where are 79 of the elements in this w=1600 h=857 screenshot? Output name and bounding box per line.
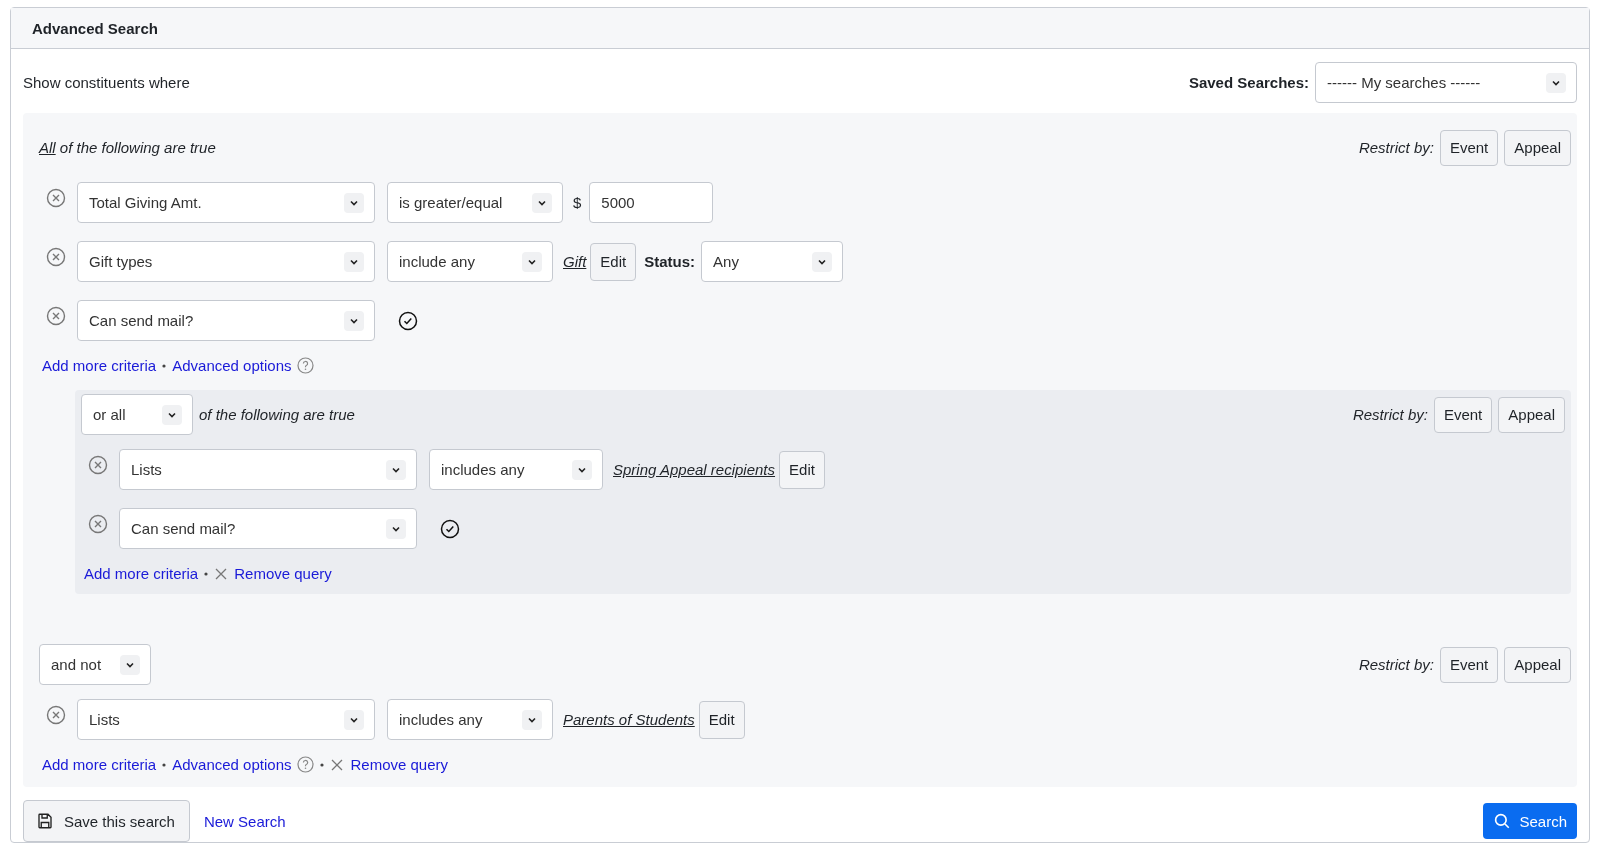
dropdown[interactable]: Any <box>701 241 844 282</box>
restrict-label: Restrict by: <box>1352 406 1428 423</box>
remove-query-link[interactable]: Remove query <box>234 565 332 582</box>
remove-criterion-icon[interactable] <box>46 247 66 267</box>
separator-dot <box>320 762 325 767</box>
action-link[interactable]: Advanced options <box>172 756 292 773</box>
help-icon[interactable] <box>297 357 315 374</box>
caret-icon <box>812 251 833 272</box>
new-search-link[interactable]: New Search <box>203 812 286 830</box>
separator-dot <box>204 571 209 576</box>
saved-searches-label: Saved Searches: <box>1188 74 1309 91</box>
search-icon <box>1493 812 1512 830</box>
caret-icon <box>344 251 364 272</box>
status-label: Status: <box>644 253 696 270</box>
edit-button[interactable]: Edit <box>698 700 745 739</box>
remove-query-link[interactable]: Remove query <box>350 756 449 773</box>
restrict-label: Restrict by: <box>1358 139 1434 156</box>
caret-icon <box>572 459 592 480</box>
dropdown[interactable]: includes any <box>429 449 603 490</box>
help-icon[interactable] <box>297 756 315 773</box>
remove-criterion-icon[interactable] <box>46 188 66 208</box>
caret-icon <box>1546 72 1566 93</box>
dropdown[interactable]: Lists <box>77 699 375 740</box>
dropdown[interactable]: Gift types <box>77 241 375 282</box>
dropdown[interactable]: Total Giving Amt. <box>77 182 375 223</box>
remove-criterion-icon[interactable] <box>46 705 66 725</box>
dropdown[interactable]: Can send mail? <box>119 508 417 549</box>
restrict-button[interactable]: Event <box>1433 396 1493 433</box>
list-link[interactable]: Parents of Students <box>563 711 695 728</box>
caret-icon <box>522 709 542 730</box>
save-icon <box>36 812 54 830</box>
action-link[interactable]: Advanced options <box>172 357 292 374</box>
caret-icon <box>386 518 406 539</box>
action-link[interactable]: Add more criteria <box>84 565 199 582</box>
close-icon <box>330 757 345 772</box>
dropdown[interactable]: is greater/equal <box>387 182 563 223</box>
remove-criterion-icon[interactable] <box>88 455 108 475</box>
restrict-button[interactable]: Event <box>1439 129 1499 166</box>
check-circle-icon <box>398 310 418 331</box>
restrict-label: Restrict by: <box>1358 656 1434 673</box>
remove-criterion-icon[interactable] <box>88 514 108 534</box>
caret-icon <box>532 192 552 213</box>
caret-icon <box>344 709 364 730</box>
save-search-button[interactable]: Save this search <box>23 800 190 842</box>
close-icon <box>214 566 229 581</box>
dropdown[interactable]: includes any <box>387 699 553 740</box>
dropdown[interactable]: ------ My searches ------ <box>1315 62 1577 103</box>
caret-icon <box>162 404 182 425</box>
remove-criterion-icon[interactable] <box>46 306 66 326</box>
caret-icon <box>344 310 364 331</box>
dropdown[interactable]: Lists <box>119 449 417 490</box>
caret-icon <box>344 192 364 213</box>
group-heading: of the following are true <box>199 406 355 423</box>
edit-button[interactable]: Edit <box>590 242 637 281</box>
restrict-button[interactable]: Appeal <box>1498 396 1565 433</box>
window-title: Advanced Search <box>11 8 1589 49</box>
amount-field[interactable]: 5000 <box>589 182 714 223</box>
caret-icon <box>120 654 140 675</box>
dropdown[interactable]: or all <box>81 394 193 435</box>
action-link[interactable]: Add more criteria <box>42 756 157 773</box>
currency-symbol: $ <box>573 194 582 211</box>
caret-icon <box>386 459 406 480</box>
dropdown[interactable]: include any <box>387 241 553 282</box>
list-link[interactable]: Spring Appeal recipients <box>613 461 776 478</box>
check-circle-icon <box>440 518 460 539</box>
group-heading: All of the following are true <box>39 139 216 156</box>
caret-icon <box>522 251 542 272</box>
action-link[interactable]: Add more criteria <box>42 357 157 374</box>
edit-button[interactable]: Edit <box>779 450 825 489</box>
intro-text: Show constituents where <box>23 74 190 91</box>
restrict-button[interactable]: Appeal <box>1504 129 1571 166</box>
search-button[interactable]: Search <box>1483 803 1577 839</box>
separator-dot <box>162 363 167 368</box>
dropdown[interactable]: Can send mail? <box>77 300 375 341</box>
list-link[interactable]: Gift <box>563 253 587 270</box>
restrict-button[interactable]: Event <box>1439 646 1499 683</box>
separator-dot <box>162 762 167 767</box>
restrict-button[interactable]: Appeal <box>1504 646 1571 683</box>
dropdown[interactable]: and not <box>39 644 151 685</box>
